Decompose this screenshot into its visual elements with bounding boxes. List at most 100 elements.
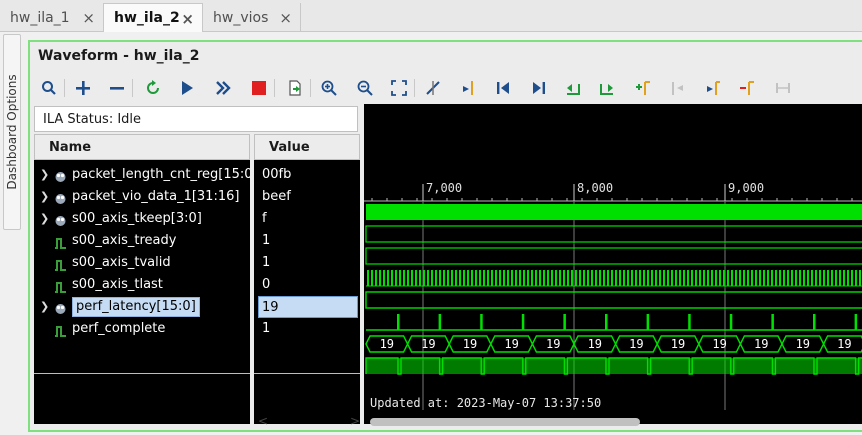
signal-row[interactable]: s00_axis_tready: [34, 230, 250, 252]
tready-pulse: [375, 270, 377, 286]
signal-value: beef: [262, 189, 291, 204]
tready-pulse: [399, 270, 401, 286]
tready-pulse: [783, 270, 785, 286]
close-icon[interactable]: ×: [279, 9, 292, 27]
go-to-time-icon[interactable]: [458, 76, 480, 100]
tready-pulse: [555, 270, 557, 286]
zoom-out-icon[interactable]: [354, 76, 376, 100]
tready-pulse: [651, 270, 653, 286]
latency-bus-value: 19: [463, 337, 477, 351]
latency-bus-value: 19: [796, 337, 810, 351]
tready-pulse: [551, 270, 553, 286]
swap-cursors-icon[interactable]: [736, 76, 758, 100]
close-icon[interactable]: ×: [181, 10, 194, 28]
tready-pulse: [767, 270, 769, 286]
chevron-right-icon[interactable]: ❯: [40, 208, 49, 230]
latency-bus-value: 19: [546, 337, 560, 351]
signal-name: s00_axis_tvalid: [72, 255, 171, 270]
tready-pulse: [443, 270, 445, 286]
prev-marker-icon[interactable]: [666, 76, 688, 100]
cursor-icon[interactable]: [422, 76, 444, 100]
zoom-fit-icon[interactable]: [388, 76, 410, 100]
tready-pulse: [671, 270, 673, 286]
signal-row[interactable]: ❯ packet_length_cnt_reg[15:0]: [34, 164, 250, 186]
dashboard-options-tab[interactable]: Dashboard Options: [3, 34, 21, 230]
signal-value-row[interactable]: 0: [254, 274, 360, 296]
tready-pulse: [743, 270, 745, 286]
scrollbar-thumb[interactable]: [370, 418, 640, 426]
signal-value-row[interactable]: 19: [254, 296, 360, 318]
signal-bit-icon: [54, 279, 67, 296]
next-marker-icon[interactable]: [702, 76, 724, 100]
reset-icon[interactable]: [142, 76, 164, 100]
signal-bit-icon: [54, 323, 67, 340]
waveform-horizontal-scrollbar[interactable]: [364, 414, 862, 430]
signal-value-row[interactable]: 1: [254, 230, 360, 252]
signal-value-row[interactable]: 1: [254, 252, 360, 274]
waveform-toolbar: [32, 74, 862, 102]
ruler-tick-label: 8,000: [577, 181, 613, 195]
tready-pulse: [747, 270, 749, 286]
tready-pulse: [507, 270, 509, 286]
next-transition-icon[interactable]: [596, 76, 618, 100]
bus-icon: [54, 213, 67, 230]
close-icon[interactable]: ×: [82, 9, 95, 27]
signal-row[interactable]: s00_axis_tlast: [34, 274, 250, 296]
tab-label: hw_vios: [213, 9, 269, 26]
tready-pulse: [735, 270, 737, 286]
tab-bar: hw_ila_1 × hw_ila_2 × hw_vios ×: [0, 0, 862, 32]
tab-hw-ila-2[interactable]: hw_ila_2 ×: [103, 3, 203, 32]
tab-hw-vios[interactable]: hw_vios ×: [203, 3, 301, 32]
tlast-pulse: [729, 314, 733, 330]
waveform-viewer[interactable]: 7,000 8,000 9,000 19 19 19 19 19 19 19 19 19 19 19 19 …: [364, 104, 862, 424]
tready-pulse: [835, 270, 837, 286]
value-scroll-right[interactable]: >: [350, 414, 360, 430]
tready-pulse: [415, 270, 417, 286]
signal-value-row[interactable]: beef: [254, 186, 360, 208]
value-column-header[interactable]: Value: [254, 134, 360, 160]
zoom-in-icon[interactable]: [318, 76, 340, 100]
signal-row[interactable]: ❯ s00_axis_tkeep[3:0]: [34, 208, 250, 230]
tready-pulse: [367, 270, 369, 286]
signal-value[interactable]: 19: [258, 296, 358, 318]
prev-transition-icon[interactable]: [562, 76, 584, 100]
remove-icon[interactable]: [106, 76, 128, 100]
chevron-right-icon[interactable]: ❯: [40, 186, 49, 208]
signal-value-row[interactable]: f: [254, 208, 360, 230]
signal-row[interactable]: ❯ perf_latency[15:0]: [34, 296, 250, 318]
signal-row[interactable]: s00_axis_tvalid: [34, 252, 250, 274]
tready-pulse: [503, 270, 505, 286]
add-icon[interactable]: [72, 76, 94, 100]
name-column-header[interactable]: Name: [34, 134, 250, 160]
stop-icon[interactable]: [248, 76, 270, 100]
fix-cursor-icon[interactable]: [772, 76, 794, 100]
chevron-right-icon[interactable]: ❯: [40, 296, 49, 318]
tready-pulse: [723, 270, 725, 286]
export-icon[interactable]: [284, 76, 306, 100]
tready-pulse: [771, 270, 773, 286]
signal-value-row[interactable]: 1: [254, 318, 360, 340]
tready-pulse: [559, 270, 561, 286]
tready-pulse: [379, 270, 381, 286]
tready-pulse: [711, 270, 713, 286]
add-marker-icon[interactable]: [632, 76, 654, 100]
go-first-icon[interactable]: [492, 76, 514, 100]
value-scroll-left[interactable]: <: [258, 414, 268, 430]
signal-row[interactable]: perf_complete: [34, 318, 250, 340]
go-last-icon[interactable]: [528, 76, 550, 100]
tab-hw-ila-1[interactable]: hw_ila_1 ×: [0, 3, 103, 32]
signal-value-row[interactable]: 00fb: [254, 164, 360, 186]
waveform-canvas[interactable]: 7,000 8,000 9,000 19 19 19 19 19 19 19 19 19 19 19 19: [364, 104, 862, 424]
search-icon[interactable]: [38, 76, 60, 100]
chevron-right-icon[interactable]: ❯: [40, 164, 49, 186]
tready-pulse: [819, 270, 821, 286]
run-immediate-icon[interactable]: [212, 76, 234, 100]
tready-pulse: [755, 270, 757, 286]
ila-status-field: ILA Status: Idle: [34, 106, 358, 132]
tlast-pulse: [688, 314, 691, 330]
tlast-pulse: [605, 314, 608, 330]
tready-pulse: [499, 270, 501, 286]
signal-row[interactable]: ❯ packet_vio_data_1[31:16]: [34, 186, 250, 208]
tready-pulse: [815, 270, 817, 286]
run-trigger-icon[interactable]: [176, 76, 198, 100]
